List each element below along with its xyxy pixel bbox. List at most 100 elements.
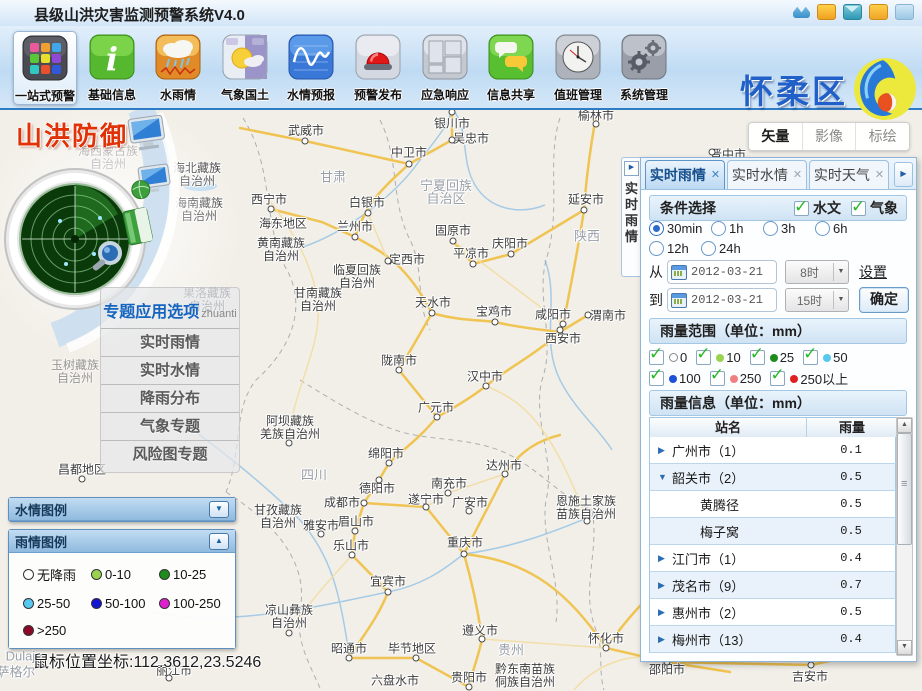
level-dot-icon — [669, 375, 677, 383]
scroll-down-icon[interactable]: ▼ — [897, 640, 912, 655]
toolbar-button-system-management[interactable]: 系统管理 — [613, 31, 675, 103]
map-label: 凉山彝族 自治州 — [265, 604, 313, 630]
expand-arrow-icon[interactable]: ▶ — [658, 607, 672, 618]
panel-collapse-strip[interactable]: ▶ 实 时 雨 情 — [621, 157, 641, 277]
toolbar-button-meteo-land[interactable]: 气象国土 — [214, 31, 276, 103]
radio-icon[interactable] — [815, 221, 830, 236]
table-row[interactable]: ▶梅州市（13）0.4 — [649, 626, 896, 653]
rain-range-option[interactable]: 100 — [649, 368, 701, 389]
checkbox-checked-icon[interactable] — [803, 350, 818, 365]
checkbox-checked-icon[interactable] — [851, 201, 866, 216]
radio-icon[interactable] — [763, 221, 778, 236]
tab-scroll-right-icon[interactable]: ▶ — [894, 162, 913, 187]
map-city-dot — [483, 383, 490, 390]
rain-range-option[interactable]: 50 — [803, 347, 847, 368]
checkbox-checked-icon[interactable] — [696, 350, 711, 365]
table-row[interactable]: ▶茂名市（9）0.7 — [649, 572, 896, 599]
condition-checks: 水文气象 — [794, 196, 898, 220]
close-icon[interactable]: ✕ — [875, 170, 884, 180]
to-date-field[interactable]: 2012-03-21 — [667, 288, 777, 312]
map-type-imagery[interactable]: 影像 — [802, 123, 856, 150]
map-type-plot[interactable]: 标绘 — [855, 123, 909, 150]
close-icon[interactable]: ✕ — [711, 170, 720, 180]
calendar-icon[interactable] — [671, 265, 687, 280]
map-city-dot — [466, 684, 473, 691]
toolbar-button-info-share[interactable]: 信息共享 — [480, 31, 542, 103]
tab-realtime-water[interactable]: 实时水情✕ — [727, 160, 807, 189]
to-hour-select[interactable]: 15时 ▼ — [785, 288, 849, 312]
info-icon: i — [89, 34, 135, 80]
rain-range-label: 0 — [680, 350, 687, 365]
duration-option[interactable]: 12h — [649, 238, 701, 258]
table-row[interactable]: ▼韶关市（2）0.5 — [649, 464, 896, 491]
menu-item-3[interactable]: 降雨分布 — [101, 385, 239, 413]
toolbar-button-rain-water[interactable]: 水雨情 — [147, 31, 209, 103]
table-row[interactable]: 黄腾径0.5 — [649, 491, 896, 518]
menu-item-4[interactable]: 气象专题 — [101, 413, 239, 441]
checkbox-checked-icon[interactable] — [710, 371, 725, 386]
checkbox-checked-icon[interactable] — [794, 201, 809, 216]
expand-arrow-icon[interactable]: ▶ — [658, 580, 672, 591]
theme-menu-items: 实时雨情实时水情降雨分布气象专题风险图专题 — [101, 329, 239, 468]
from-date-field[interactable]: 2012-03-21 — [667, 260, 777, 284]
menu-item-1[interactable]: 实时雨情 — [101, 329, 239, 357]
checkbox-checked-icon[interactable] — [770, 371, 785, 386]
panel-expand-icon[interactable]: ▶ — [624, 161, 639, 176]
table-scrollbar[interactable]: ▲ ▼ — [896, 417, 913, 656]
mail-icon[interactable] — [843, 4, 862, 20]
tab-realtime-weather[interactable]: 实时天气✕ — [809, 160, 889, 189]
toolbar-button-duty-management[interactable]: 值班管理 — [547, 31, 609, 103]
table-row[interactable]: ▶广州市（1）0.1 — [649, 437, 896, 464]
toolbar-button-onestop-warning[interactable]: 一站式预警 — [13, 31, 77, 105]
radio-icon[interactable] — [649, 221, 664, 236]
collapse-toggle-icon[interactable]: ▲ — [209, 533, 229, 550]
table-row[interactable]: 梅子窝0.5 — [649, 518, 896, 545]
card-icon[interactable] — [869, 4, 888, 20]
water-legend-header[interactable]: 水情图例 ▼ — [9, 498, 235, 521]
radio-icon[interactable] — [711, 221, 726, 236]
radio-icon[interactable] — [701, 241, 716, 256]
menu-item-2[interactable]: 实时水情 — [101, 357, 239, 385]
confirm-button[interactable]: 确定 — [859, 287, 909, 313]
tab-realtime-rain[interactable]: 实时雨情✕ — [645, 160, 725, 189]
expand-arrow-icon[interactable]: ▶ — [658, 553, 672, 564]
from-hour-select[interactable]: 8时 ▼ — [785, 260, 849, 284]
collapse-arrow-icon[interactable]: ▼ — [658, 472, 672, 482]
radio-icon[interactable] — [649, 241, 664, 256]
checkbox-checked-icon[interactable] — [649, 371, 664, 386]
toolbar-button-warning-release[interactable]: 预警发布 — [347, 31, 409, 103]
close-icon[interactable]: ✕ — [793, 170, 802, 180]
map-type-vector[interactable]: 矢量 — [749, 123, 802, 150]
menu-item-5[interactable]: 风险图专题 — [101, 441, 239, 468]
photo-icon[interactable] — [895, 4, 914, 20]
condition-check[interactable]: 水文 — [794, 196, 841, 220]
calendar-icon[interactable] — [671, 293, 687, 308]
duration-option[interactable]: 24h — [701, 238, 753, 258]
wave-icon[interactable] — [793, 4, 810, 18]
scrollbar-thumb[interactable] — [897, 433, 912, 545]
clock-icon — [555, 34, 601, 80]
stamp-icon[interactable] — [817, 4, 836, 20]
expand-toggle-icon[interactable]: ▼ — [209, 501, 229, 518]
chevron-down-icon[interactable]: ▼ — [833, 291, 848, 309]
toolbar-button-water-forecast[interactable]: 水情预报 — [280, 31, 342, 103]
rain-range-option[interactable]: 250 — [710, 368, 762, 389]
duration-option[interactable]: 30min — [649, 218, 711, 238]
expand-arrow-icon[interactable]: ▶ — [658, 445, 672, 456]
rain-legend-header[interactable]: 雨情图例 ▲ — [9, 530, 235, 553]
checkbox-checked-icon[interactable] — [750, 350, 765, 365]
rain-range-option[interactable]: 250以上 — [770, 368, 848, 389]
checkbox-checked-icon[interactable] — [649, 350, 664, 365]
condition-check[interactable]: 气象 — [851, 196, 898, 220]
duration-option[interactable]: 6h — [815, 218, 867, 238]
expand-arrow-icon[interactable]: ▶ — [658, 634, 672, 645]
toolbar-button-emergency-response[interactable]: 应急响应 — [414, 31, 476, 103]
toolbar-button-basic-info[interactable]: i 基础信息 — [81, 31, 143, 103]
table-row[interactable]: ▶惠州市（2）0.5 — [649, 599, 896, 626]
chevron-down-icon[interactable]: ▼ — [833, 263, 848, 281]
duration-option[interactable]: 1h — [711, 218, 763, 238]
table-row[interactable]: ▶江门市（1）0.4 — [649, 545, 896, 572]
settings-link[interactable]: 设置 — [859, 262, 887, 282]
duration-option[interactable]: 3h — [763, 218, 815, 238]
scroll-up-icon[interactable]: ▲ — [897, 418, 912, 433]
